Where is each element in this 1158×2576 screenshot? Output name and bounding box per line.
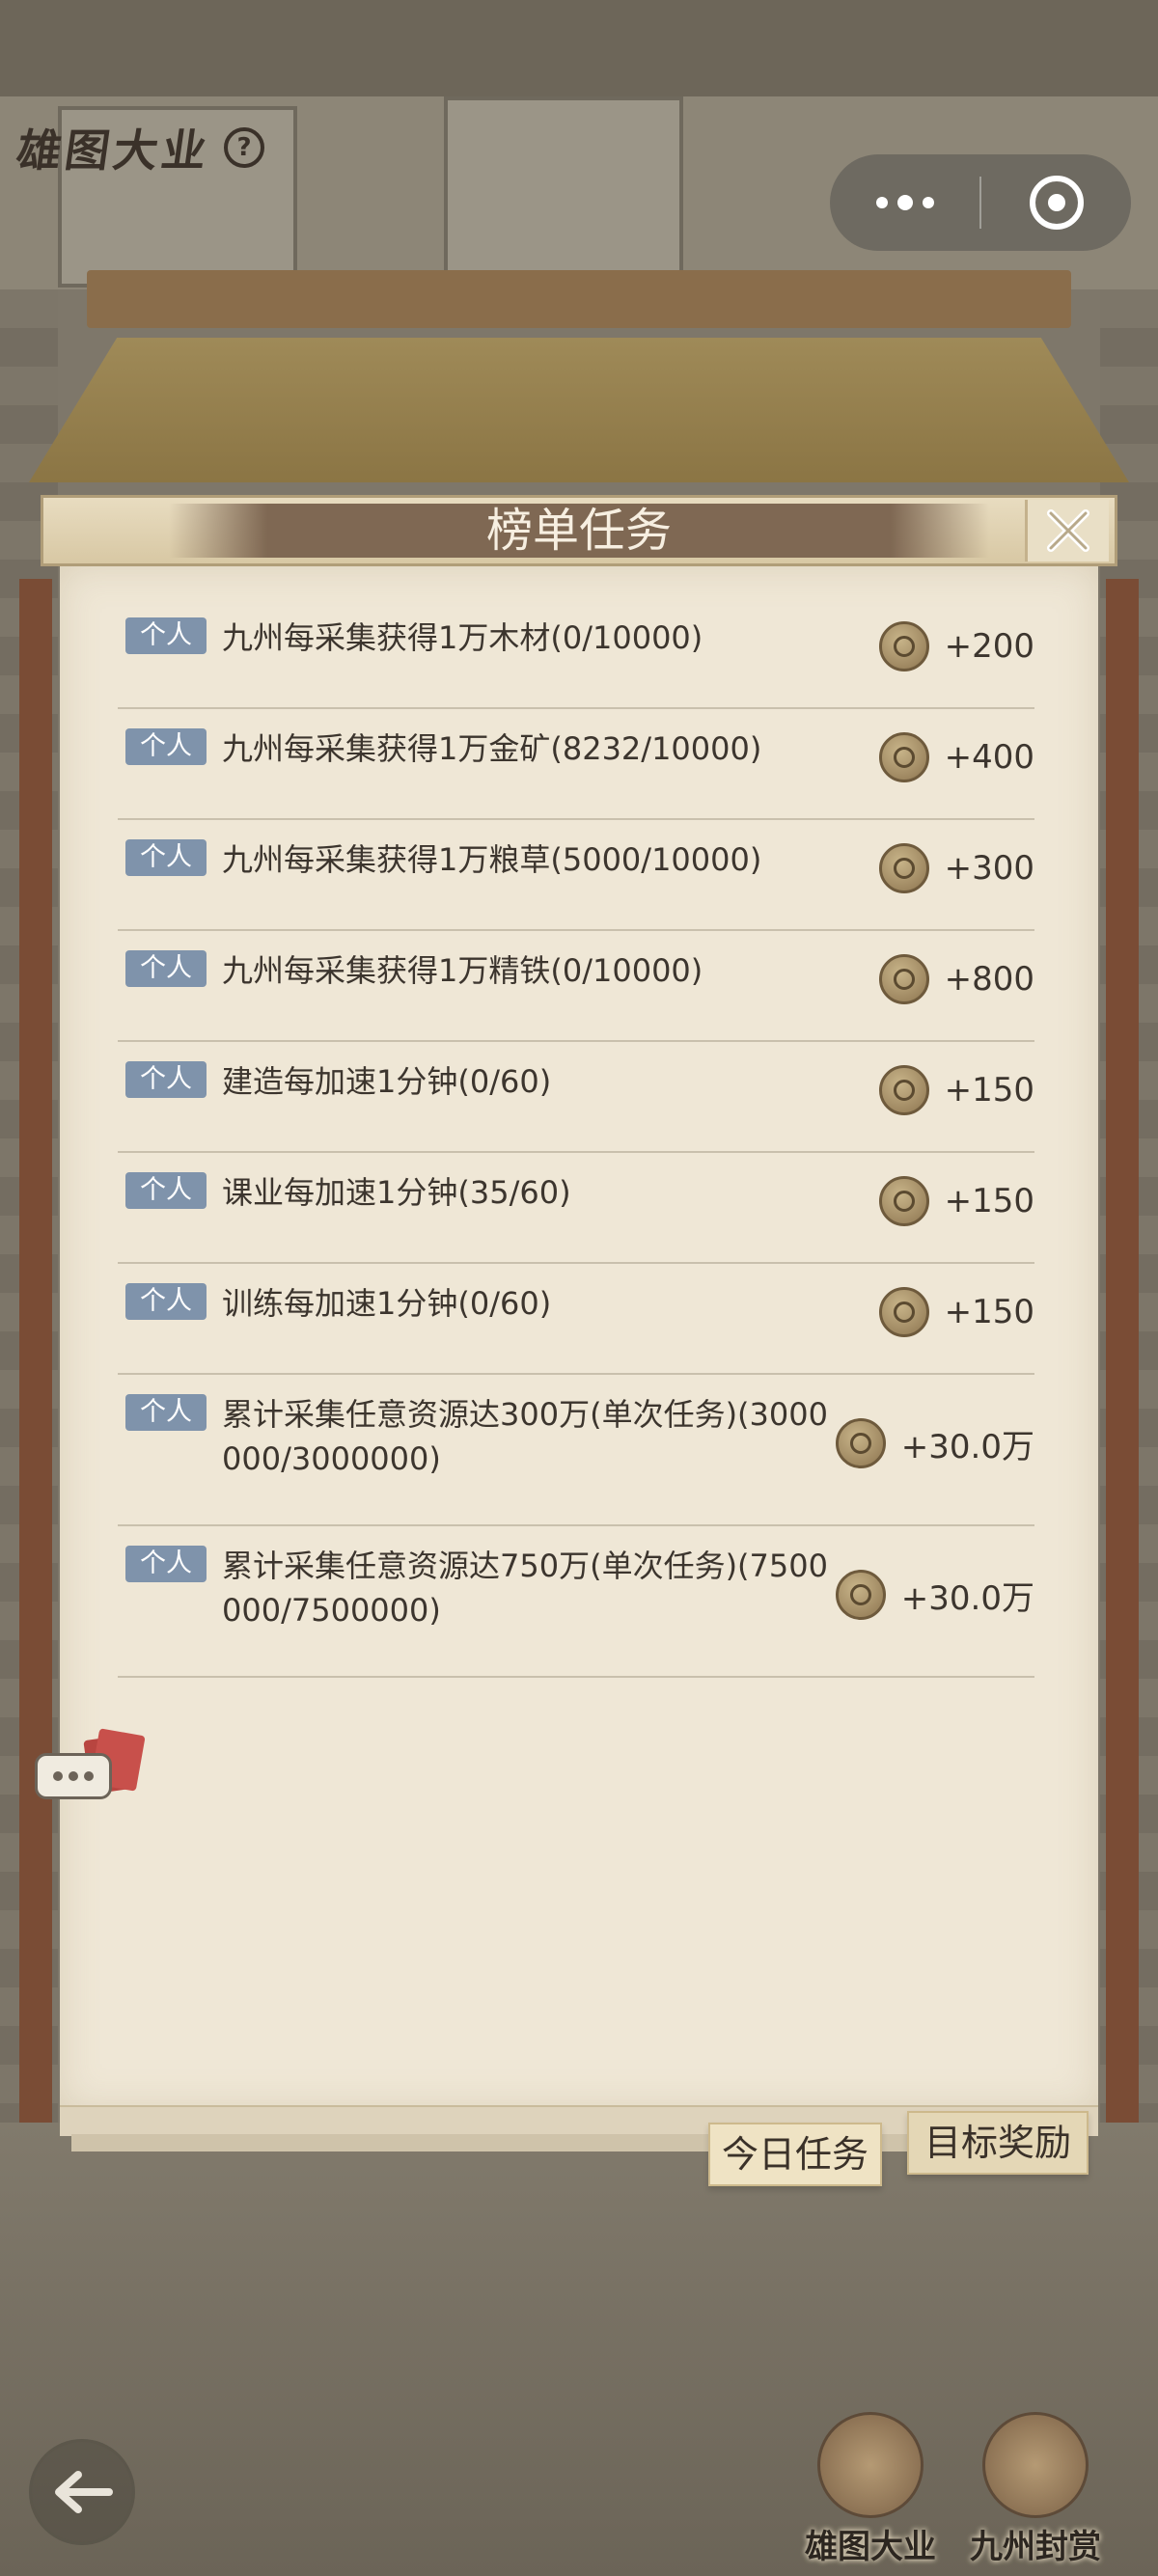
coin-icon xyxy=(878,843,929,893)
task-text: 建造每加速1分钟(0/60) xyxy=(222,1063,552,1100)
arrow-left-icon xyxy=(55,2471,113,2513)
task-row: 个人 建造每加速1分钟(0/60) +150 xyxy=(118,1042,1034,1153)
task-tag: 个人 xyxy=(125,1172,207,1209)
task-tag: 个人 xyxy=(125,1283,207,1320)
nav-item-jiuzhou[interactable]: 九州封赏 xyxy=(963,2412,1108,2571)
chat-bubble-icon xyxy=(35,1753,112,1799)
gate-beam xyxy=(87,270,1071,328)
task-reward: +150 xyxy=(878,1176,1034,1226)
task-reward: +150 xyxy=(878,1287,1034,1337)
coin-icon xyxy=(835,1418,886,1468)
coin-icon xyxy=(878,954,929,1004)
target-icon xyxy=(1029,176,1084,230)
close-miniprogram-button[interactable] xyxy=(981,176,1131,230)
task-reward: +400 xyxy=(878,732,1034,782)
more-dots-icon xyxy=(896,195,913,210)
task-tag: 个人 xyxy=(125,728,207,765)
task-text: 累计采集任意资源达300万(单次任务)(3000000/3000000) xyxy=(222,1396,828,1477)
tab-today-tasks[interactable]: 今日任务 xyxy=(708,2123,882,2186)
task-row: 个人 九州每采集获得1万金矿(8232/10000) +400 xyxy=(118,709,1034,820)
floating-chat-button[interactable] xyxy=(35,1728,151,1809)
coin-icon xyxy=(878,1287,929,1337)
task-row: 个人 课业每加速1分钟(35/60) +150 xyxy=(118,1153,1034,1264)
miniprogram-capsule xyxy=(830,154,1131,251)
coin-icon xyxy=(878,732,929,782)
task-row: 个人 累计采集任意资源达750万(单次任务)(7500000/7500000) … xyxy=(118,1526,1034,1678)
panel-header: 榜单任务 xyxy=(41,495,1117,566)
task-row: 个人 九州每采集获得1万木材(0/10000) +200 xyxy=(118,598,1034,709)
game-title[interactable]: 雄图大业 ? xyxy=(14,114,336,181)
book-scroll-icon xyxy=(817,2412,924,2518)
reward-value: +150 xyxy=(944,1182,1034,1220)
coin-icon xyxy=(835,1570,886,1620)
panel-title: 榜单任务 xyxy=(485,504,672,558)
task-text: 累计采集任意资源达750万(单次任务)(7500000/7500000) xyxy=(222,1548,828,1629)
task-tag: 个人 xyxy=(125,1394,207,1431)
treasure-chest-icon xyxy=(982,2412,1089,2518)
task-reward: +150 xyxy=(878,1065,1034,1115)
reward-value: +800 xyxy=(944,960,1034,999)
task-row: 个人 累计采集任意资源达300万(单次任务)(3000000/3000000) … xyxy=(118,1375,1034,1526)
task-list: 个人 九州每采集获得1万木材(0/10000) +200 个人 九州每采集获得1… xyxy=(118,598,1034,1678)
task-row: 个人 九州每采集获得1万粮草(5000/10000) +300 xyxy=(118,820,1034,931)
nav-item-label: 雄图大业 xyxy=(805,2528,936,2566)
reward-value: +150 xyxy=(944,1071,1034,1110)
task-text: 训练每加速1分钟(0/60) xyxy=(222,1285,552,1322)
task-text: 九州每采集获得1万精铁(0/10000) xyxy=(222,952,703,989)
task-row: 个人 训练每加速1分钟(0/60) +150 xyxy=(118,1264,1034,1375)
task-text: 课业每加速1分钟(35/60) xyxy=(222,1174,571,1211)
task-tag: 个人 xyxy=(125,1061,207,1098)
close-icon xyxy=(1047,509,1089,552)
task-tag: 个人 xyxy=(125,839,207,876)
tab-goal-rewards[interactable]: 目标奖励 xyxy=(907,2111,1089,2175)
nav-item-label: 九州封赏 xyxy=(970,2528,1101,2566)
back-button[interactable] xyxy=(29,2439,135,2545)
task-tag: 个人 xyxy=(125,617,207,654)
task-text: 九州每采集获得1万木材(0/10000) xyxy=(222,619,703,656)
task-reward: +300 xyxy=(878,843,1034,893)
gate-roof xyxy=(29,338,1129,482)
game-title-text: 雄图大业 xyxy=(13,124,214,177)
reward-value: +30.0万 xyxy=(900,1578,1034,1618)
reward-value: +200 xyxy=(944,627,1034,666)
task-tag: 个人 xyxy=(125,1546,207,1582)
task-text: 九州每采集获得1万粮草(5000/10000) xyxy=(222,841,762,878)
reward-value: +300 xyxy=(944,849,1034,888)
coin-icon xyxy=(878,1176,929,1226)
close-button[interactable] xyxy=(1025,500,1109,562)
more-dots-icon xyxy=(875,197,888,208)
coin-icon xyxy=(878,621,929,671)
task-reward: +30.0万 xyxy=(835,1570,1034,1620)
more-menu-button[interactable] xyxy=(830,154,979,251)
task-row: 个人 九州每采集获得1万精铁(0/10000) +800 xyxy=(118,931,1034,1042)
task-reward: +30.0万 xyxy=(835,1418,1034,1468)
background-window xyxy=(444,96,683,278)
more-dots-icon xyxy=(922,197,934,208)
task-text: 九州每采集获得1万金矿(8232/10000) xyxy=(222,730,762,767)
reward-value: +150 xyxy=(944,1293,1034,1331)
coin-icon xyxy=(878,1065,929,1115)
task-reward: +800 xyxy=(878,954,1034,1004)
nav-item-xiongtu[interactable]: 雄图大业 xyxy=(798,2412,943,2571)
reward-value: +400 xyxy=(944,738,1034,777)
help-icon[interactable]: ? xyxy=(224,127,264,168)
reward-value: +30.0万 xyxy=(900,1427,1034,1466)
task-reward: +200 xyxy=(878,621,1034,671)
task-tag: 个人 xyxy=(125,950,207,987)
